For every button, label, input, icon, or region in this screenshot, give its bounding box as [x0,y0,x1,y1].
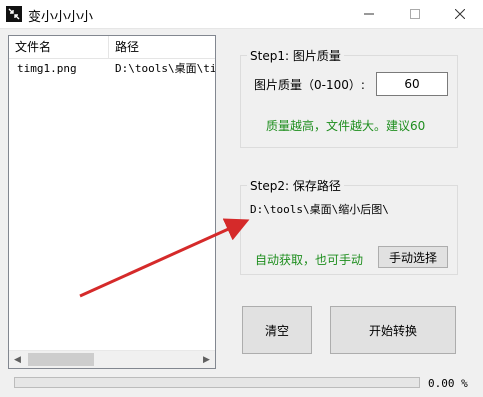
annotation-arrow-icon [79,218,250,298]
app-window: 变小小小小 文件名 路径 timg1.png D:\tools\桌面\tim ◀… [0,0,483,397]
